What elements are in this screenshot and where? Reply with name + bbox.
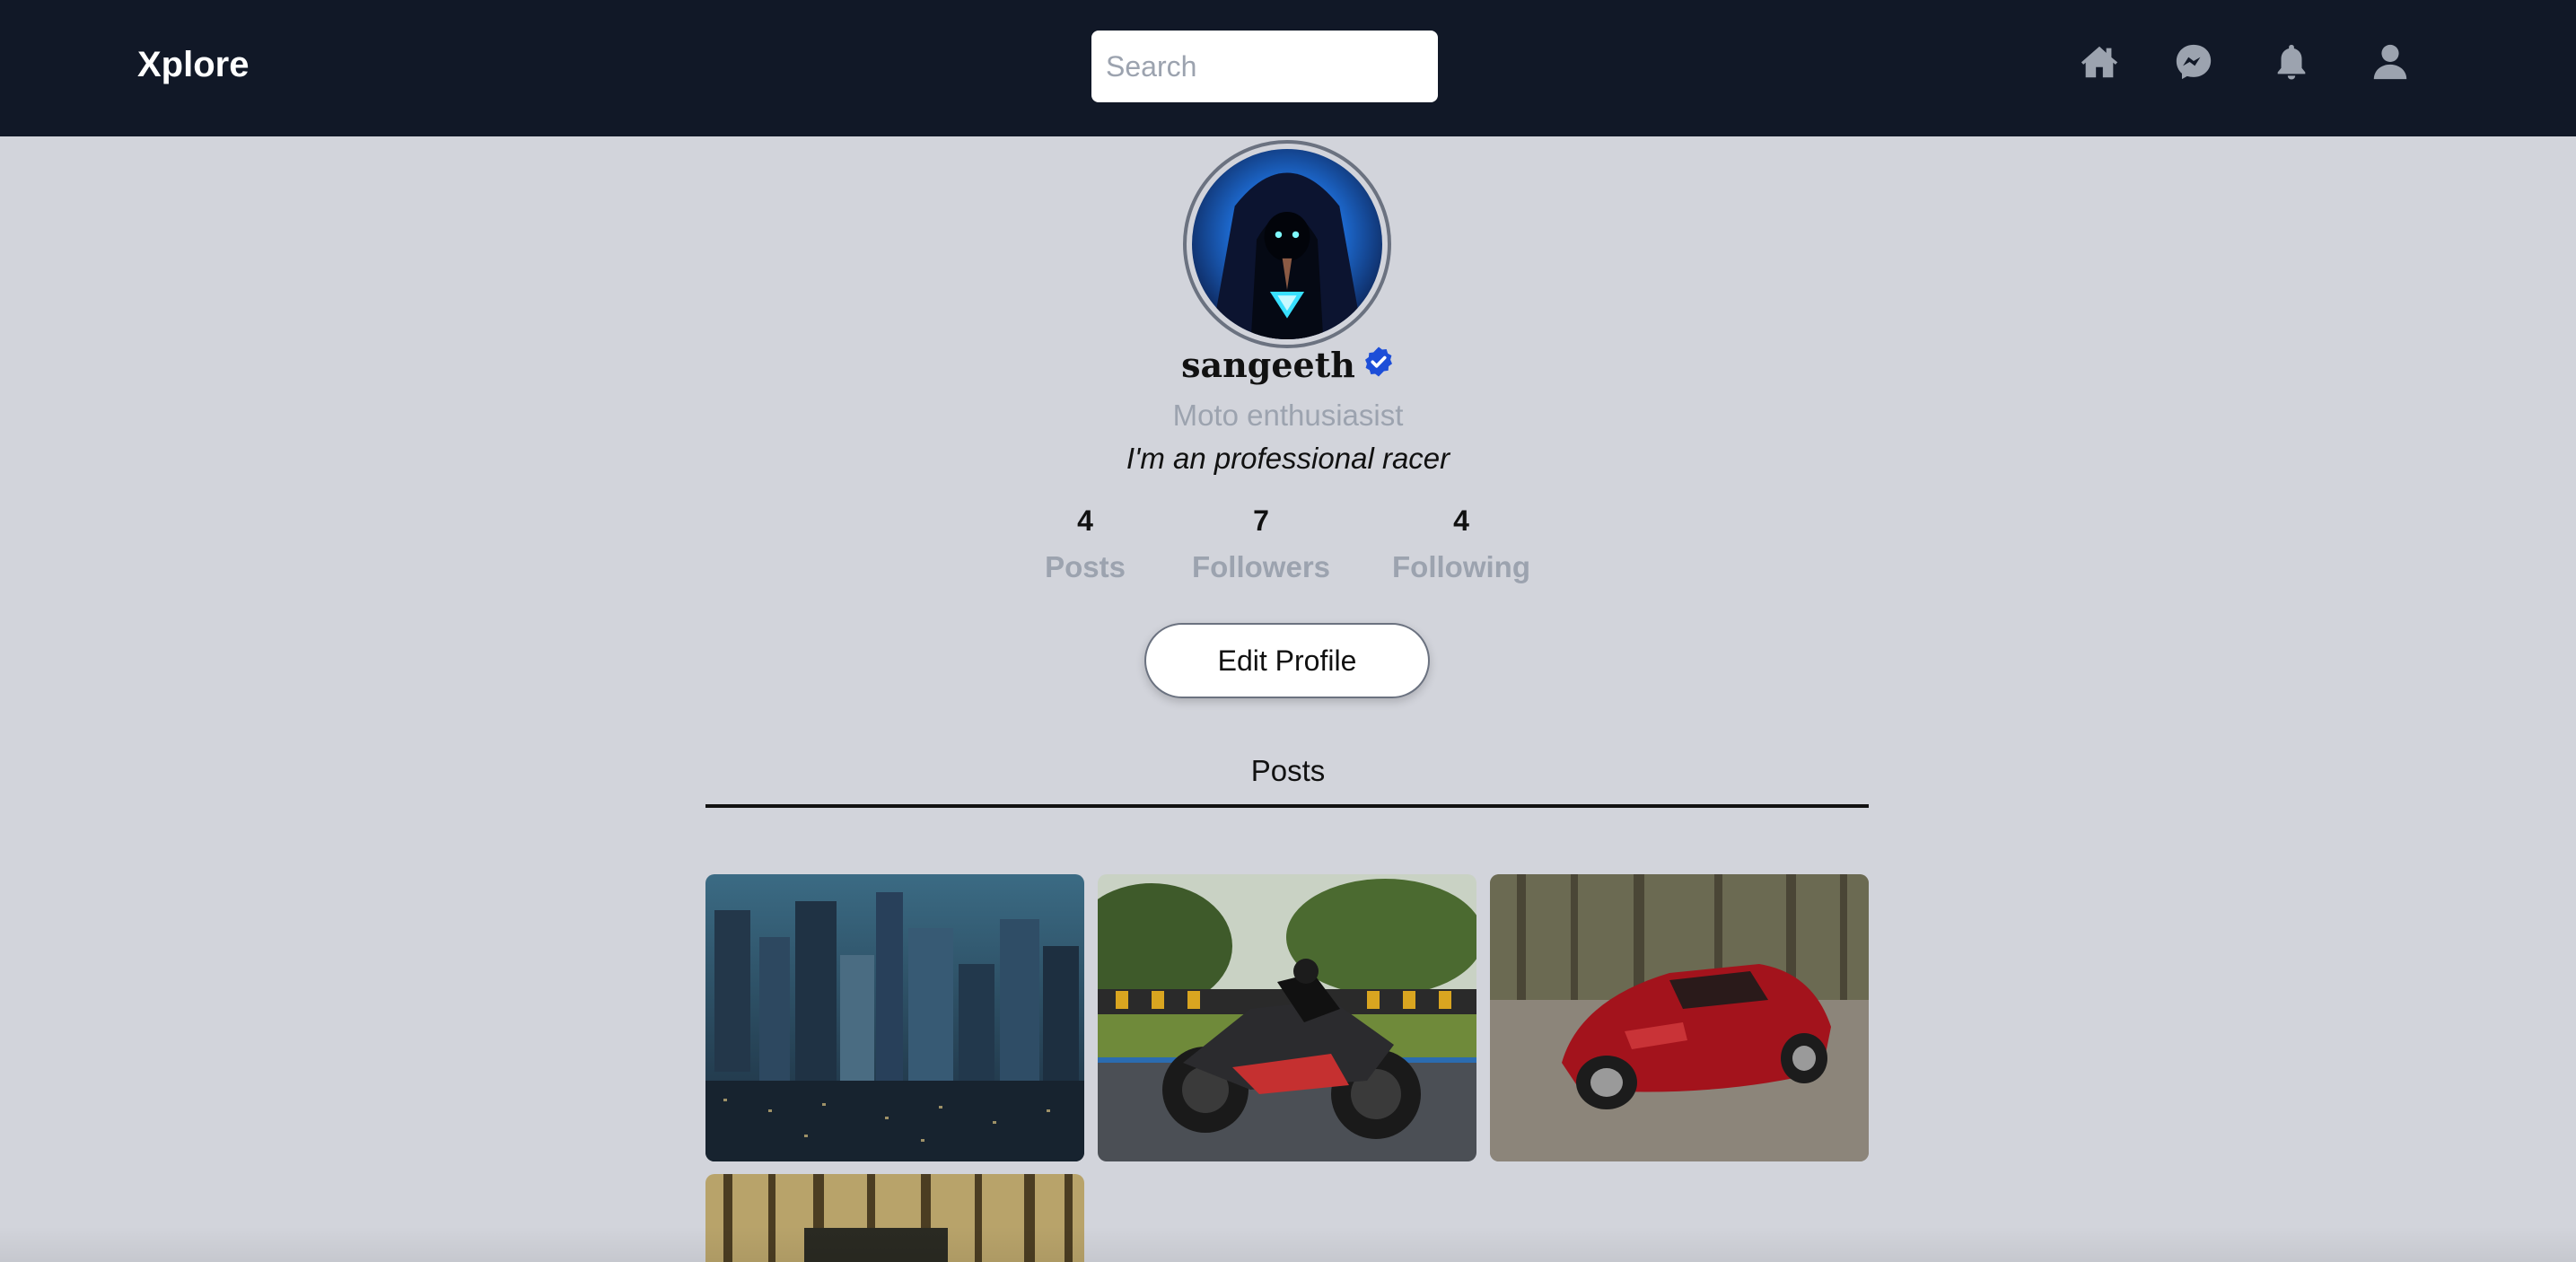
stat-following[interactable]: 4 Following	[1389, 504, 1533, 584]
post-thumbnail-red-car[interactable]	[1490, 874, 1869, 1161]
stat-followers[interactable]: 7 Followers	[1187, 504, 1336, 584]
bell-icon[interactable]	[2271, 41, 2312, 83]
post-thumbnail-city[interactable]	[705, 874, 1084, 1161]
stat-posts-label: Posts	[1045, 550, 1126, 583]
profile-bio: I'm an professional racer	[1126, 442, 1450, 475]
stat-posts-count: 4	[1077, 504, 1093, 537]
tab-posts[interactable]: Posts	[0, 754, 2576, 788]
user-icon[interactable]	[2370, 41, 2411, 83]
tab-posts-underline	[705, 804, 1869, 808]
stat-following-count: 4	[1453, 504, 1469, 537]
profile-avatar[interactable]	[1192, 149, 1382, 339]
post-thumbnail-forest[interactable]	[705, 1174, 1084, 1262]
verified-badge-icon	[1362, 346, 1395, 378]
home-icon[interactable]	[2079, 41, 2120, 83]
username-row: sangeeth	[0, 345, 2576, 391]
stat-followers-label: Followers	[1191, 550, 1331, 583]
stat-followers-count: 7	[1253, 504, 1269, 537]
messenger-icon[interactable]	[2173, 41, 2214, 83]
profile-tagline: Moto enthusiasist	[1172, 399, 1404, 432]
stat-following-label: Following	[1392, 550, 1530, 583]
post-thumbnail-motorbike[interactable]	[1098, 874, 1476, 1161]
brand-logo[interactable]: Xplore	[137, 45, 249, 85]
top-navbar: Xplore	[0, 0, 2576, 136]
stat-posts[interactable]: 4 Posts	[1034, 504, 1136, 584]
bottom-shade	[0, 1226, 2576, 1262]
profile-avatar-frame	[1183, 140, 1391, 348]
profile-username: sangeeth	[1181, 345, 1355, 385]
search-input[interactable]	[1091, 31, 1438, 102]
edit-profile-button[interactable]: Edit Profile	[1144, 623, 1430, 698]
